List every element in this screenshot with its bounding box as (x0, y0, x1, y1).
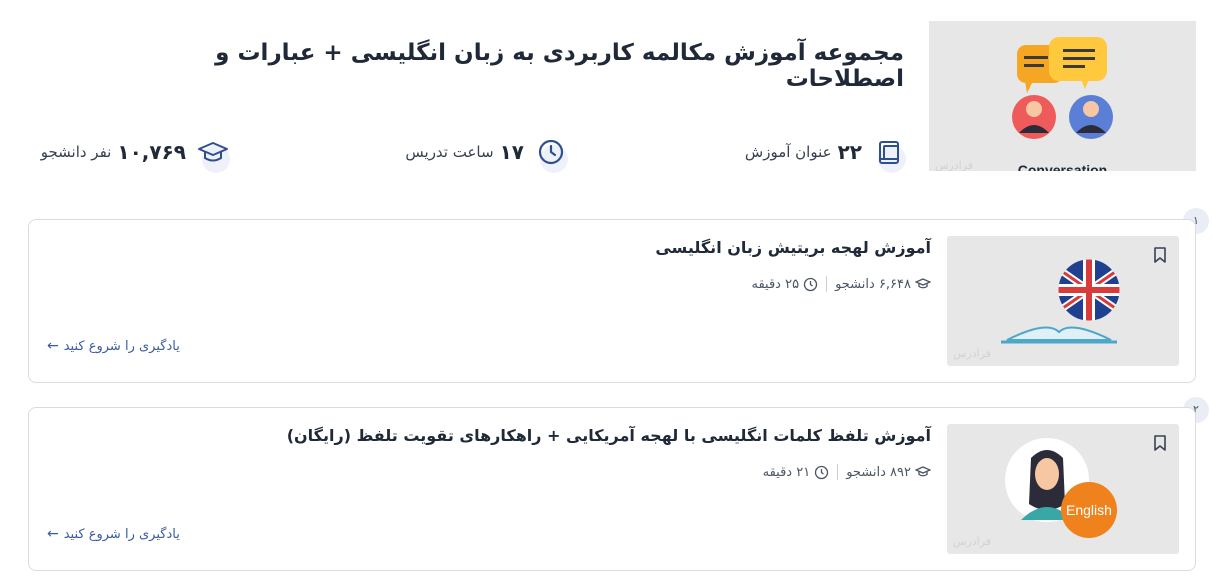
graduation-cap-icon (915, 278, 931, 289)
watermark: فرادرس (953, 347, 992, 360)
stat-hours: ۱۷ ساعت تدریس (405, 132, 570, 173)
clock-icon (803, 277, 818, 291)
graduation-cap-icon (194, 133, 232, 173)
course-item-thumbnail: English فرادرس (947, 424, 1179, 554)
watermark: فرادرس (953, 535, 992, 548)
book-icon (870, 133, 908, 173)
item-duration: ۲۵ دقیقه (751, 276, 800, 292)
course-item-meta: ۸۹۲ دانشجو ۲۱ دقیقه (763, 464, 931, 480)
lessons-label: عنوان آموزش (744, 143, 832, 161)
item-duration: ۲۱ دقیقه (762, 464, 811, 480)
course-item-title[interactable]: آموزش لهجه بریتیش زبان انگلیسی (131, 238, 931, 257)
page-title: مجموعه آموزش مکالمه کاربردی به زبان انگل… (215, 40, 904, 92)
course-item-title[interactable]: آموزش تلفظ کلمات انگلیسی با لهجه آمریکای… (131, 426, 931, 445)
stat-students: ۱۰,۷۶۹ نفر دانشجو (40, 132, 232, 173)
stat-lessons: ۲۲ عنوان آموزش (744, 132, 908, 173)
lessons-count: ۲۲ (837, 140, 862, 164)
course-item-thumbnail: فرادرس (947, 236, 1179, 366)
item-students: ۶,۶۴۸ دانشجو (835, 276, 911, 292)
course-item-card[interactable]: English فرادرس آموزش تلفظ کلمات انگلیسی … (28, 407, 1196, 571)
students-count: ۱۰,۷۶۹ (117, 140, 186, 164)
arrow-left-icon: ← (47, 526, 59, 542)
bookmark-icon[interactable] (1153, 434, 1167, 456)
hours-count: ۱۷ (499, 140, 524, 164)
english-badge: English (1066, 502, 1112, 518)
start-learning-link[interactable]: یادگیری را شروع کنید ← (47, 526, 180, 542)
course-item-card[interactable]: فرادرس آموزش لهجه بریتیش زبان انگلیسی ۶,… (28, 219, 1196, 383)
watermark: فرادرس (935, 159, 974, 171)
start-learning-label: یادگیری را شروع کنید (63, 526, 180, 542)
clock-icon (532, 133, 570, 173)
start-learning-label: یادگیری را شروع کنید (63, 338, 180, 354)
course-item-meta: ۶,۶۴۸ دانشجو ۲۵ دقیقه (751, 276, 931, 292)
clock-icon (815, 465, 829, 479)
graduation-cap-icon (915, 466, 931, 477)
hours-label: ساعت تدریس (405, 143, 494, 161)
course-cover-image: Conversation فرادرس (929, 21, 1196, 171)
item-students: ۸۹۲ دانشجو (846, 464, 911, 480)
start-learning-link[interactable]: یادگیری را شروع کنید ← (47, 338, 180, 354)
bookmark-icon[interactable] (1153, 246, 1167, 268)
arrow-left-icon: ← (47, 338, 59, 354)
students-label: نفر دانشجو (40, 143, 112, 161)
conversation-illustration (1012, 37, 1113, 139)
